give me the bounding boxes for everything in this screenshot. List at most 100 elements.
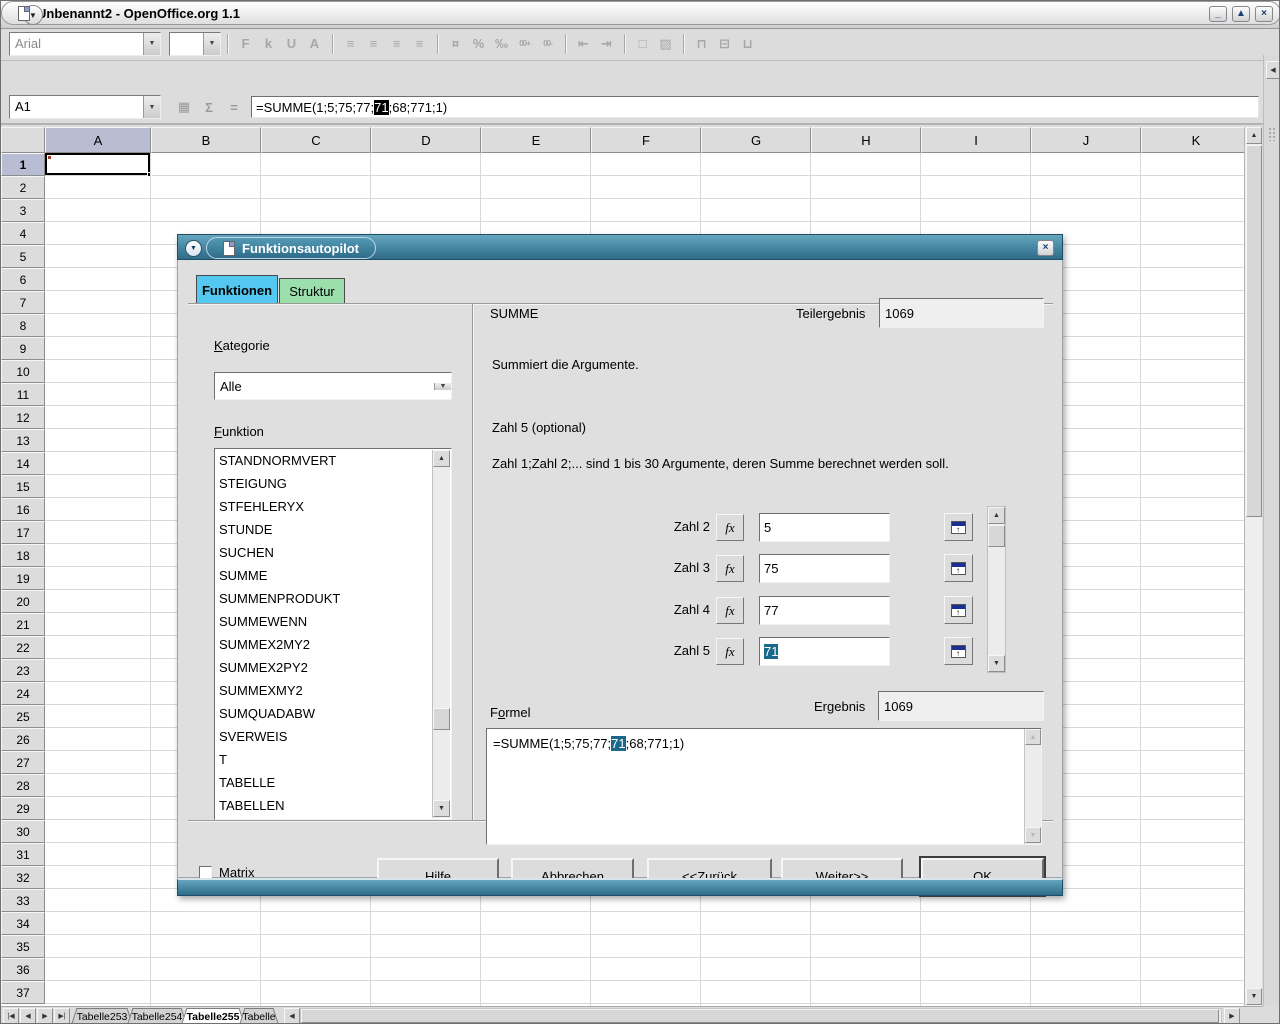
- row-header-21[interactable]: 21: [1, 613, 45, 636]
- row-header-23[interactable]: 23: [1, 659, 45, 682]
- dialog-close-button[interactable]: ×: [1037, 240, 1054, 256]
- first-sheet-button[interactable]: |◀: [3, 1008, 19, 1024]
- tab-struktur[interactable]: Struktur: [279, 278, 345, 304]
- function-item-tabellen[interactable]: TABELLEN: [215, 794, 451, 817]
- row-header-8[interactable]: 8: [1, 314, 45, 337]
- row-header-27[interactable]: 27: [1, 751, 45, 774]
- sheet-tab-tabelle253[interactable]: Tabelle253: [71, 1008, 133, 1024]
- shrink-button[interactable]: ↑: [944, 637, 973, 665]
- shrink-button[interactable]: ↑: [944, 596, 973, 624]
- function-item-summex2my2[interactable]: SUMMEX2MY2: [215, 633, 451, 656]
- vertical-scroll-thumb[interactable]: [1246, 145, 1262, 517]
- align-bottom-button[interactable]: ⊔: [736, 33, 759, 55]
- fx-button[interactable]: fx: [716, 555, 744, 582]
- function-item-summewenn[interactable]: SUMMEWENN: [215, 610, 451, 633]
- close-button[interactable]: ×: [1255, 6, 1273, 22]
- function-item-summex2py2[interactable]: SUMMEX2PY2: [215, 656, 451, 679]
- arguments-scrollbar[interactable]: ▲ ▼: [987, 506, 1006, 673]
- column-header-h[interactable]: H: [811, 127, 921, 153]
- row-header-29[interactable]: 29: [1, 797, 45, 820]
- row-header-11[interactable]: 11: [1, 383, 45, 406]
- function-item-stunde[interactable]: STUNDE: [215, 518, 451, 541]
- increase-indent-button[interactable]: ⇥: [595, 33, 618, 55]
- scroll-thumb[interactable]: [433, 708, 450, 730]
- function-item-standnormvert[interactable]: STANDNORMVERT: [215, 449, 451, 472]
- argument-input-3[interactable]: 75: [759, 554, 890, 583]
- function-item-t[interactable]: T: [215, 748, 451, 771]
- scroll-up-button[interactable]: ▲: [988, 507, 1005, 524]
- align-center-vertical-button[interactable]: ⊟: [713, 33, 736, 55]
- minimize-button[interactable]: _: [1209, 6, 1227, 22]
- row-header-1[interactable]: 1: [1, 153, 45, 176]
- row-header-22[interactable]: 22: [1, 636, 45, 659]
- background-color-button[interactable]: ▨: [654, 33, 677, 55]
- row-header-5[interactable]: 5: [1, 245, 45, 268]
- align-justify-button[interactable]: ≡: [408, 33, 431, 55]
- chevron-down-icon[interactable]: ▼: [143, 33, 160, 55]
- function-item-tabelle[interactable]: TABELLE: [215, 771, 451, 794]
- delete-decimal-button[interactable]: 00-: [536, 33, 559, 55]
- formula-textarea[interactable]: =SUMME(1;5;75;77;71;68;771;1) ▲ ▼: [486, 728, 1042, 845]
- row-header-17[interactable]: 17: [1, 521, 45, 544]
- row-header-34[interactable]: 34: [1, 912, 45, 935]
- function-list[interactable]: STANDNORMVERTSTEIGUNGSTFEHLERYXSTUNDESUC…: [214, 448, 452, 820]
- function-item-suchen[interactable]: SUCHEN: [215, 541, 451, 564]
- sum-button[interactable]: Σ: [198, 96, 220, 118]
- row-header-6[interactable]: 6: [1, 268, 45, 291]
- column-header-b[interactable]: B: [151, 127, 261, 153]
- chevron-down-icon[interactable]: ▼: [203, 33, 220, 55]
- row-header-30[interactable]: 30: [1, 820, 45, 843]
- name-box[interactable]: A1 ▼: [9, 95, 161, 119]
- formula-scrollbar[interactable]: ▲ ▼: [1024, 729, 1041, 844]
- row-header-16[interactable]: 16: [1, 498, 45, 521]
- row-header-31[interactable]: 31: [1, 843, 45, 866]
- row-header-37[interactable]: 37: [1, 981, 45, 1004]
- font-color-button[interactable]: A: [303, 33, 326, 55]
- row-header-25[interactable]: 25: [1, 705, 45, 728]
- cell-cursor-a1[interactable]: [45, 153, 150, 175]
- scroll-up-button[interactable]: ▲: [1246, 127, 1262, 144]
- argument-input-4[interactable]: 77: [759, 596, 890, 625]
- chevron-down-icon[interactable]: ▼: [143, 96, 160, 118]
- horizontal-scrollbar[interactable]: [300, 1008, 1222, 1024]
- dock-handle[interactable]: [1268, 127, 1277, 141]
- function-item-summexmy2[interactable]: SUMMEXMY2: [215, 679, 451, 702]
- row-header-4[interactable]: 4: [1, 222, 45, 245]
- function-item-summe[interactable]: SUMME: [215, 564, 451, 587]
- row-header-12[interactable]: 12: [1, 406, 45, 429]
- row-header-9[interactable]: 9: [1, 337, 45, 360]
- row-header-10[interactable]: 10: [1, 360, 45, 383]
- function-item-steigung[interactable]: STEIGUNG: [215, 472, 451, 495]
- row-header-2[interactable]: 2: [1, 176, 45, 199]
- equals-button[interactable]: =: [223, 96, 245, 118]
- scroll-up-button[interactable]: ▲: [1025, 729, 1041, 745]
- select-all-corner[interactable]: [1, 127, 45, 153]
- row-header-15[interactable]: 15: [1, 475, 45, 498]
- shrink-button[interactable]: ↑: [944, 554, 973, 582]
- column-header-k[interactable]: K: [1141, 127, 1244, 153]
- align-top-button[interactable]: ⊓: [690, 33, 713, 55]
- sheet-tab-tabelle[interactable]: Tabelle: [239, 1008, 279, 1024]
- font-size-combo[interactable]: ▼: [169, 32, 221, 56]
- kategorie-combo[interactable]: Alle ▼: [214, 372, 452, 400]
- row-header-35[interactable]: 35: [1, 935, 45, 958]
- argument-input-5[interactable]: 71: [759, 637, 890, 666]
- row-header-24[interactable]: 24: [1, 682, 45, 705]
- column-header-c[interactable]: C: [261, 127, 371, 153]
- last-sheet-button[interactable]: ▶|: [54, 1008, 70, 1024]
- borders-button[interactable]: □: [631, 33, 654, 55]
- hscroll-right-button[interactable]: ▶: [1224, 1008, 1240, 1024]
- align-center-button[interactable]: ≡: [362, 33, 385, 55]
- column-header-a[interactable]: A: [45, 127, 151, 153]
- scroll-up-button[interactable]: ▲: [433, 450, 450, 467]
- row-header-14[interactable]: 14: [1, 452, 45, 475]
- function-item-stfehleryx[interactable]: STFEHLERYX: [215, 495, 451, 518]
- row-header-28[interactable]: 28: [1, 774, 45, 797]
- font-name-combo[interactable]: Arial ▼: [9, 32, 161, 56]
- column-header-g[interactable]: G: [701, 127, 811, 153]
- scroll-down-button[interactable]: ▼: [1246, 988, 1262, 1005]
- vertical-scrollbar[interactable]: ▲ ▼: [1244, 127, 1262, 1006]
- column-header-f[interactable]: F: [591, 127, 701, 153]
- row-header-32[interactable]: 32: [1, 866, 45, 889]
- row-header-33[interactable]: 33: [1, 889, 45, 912]
